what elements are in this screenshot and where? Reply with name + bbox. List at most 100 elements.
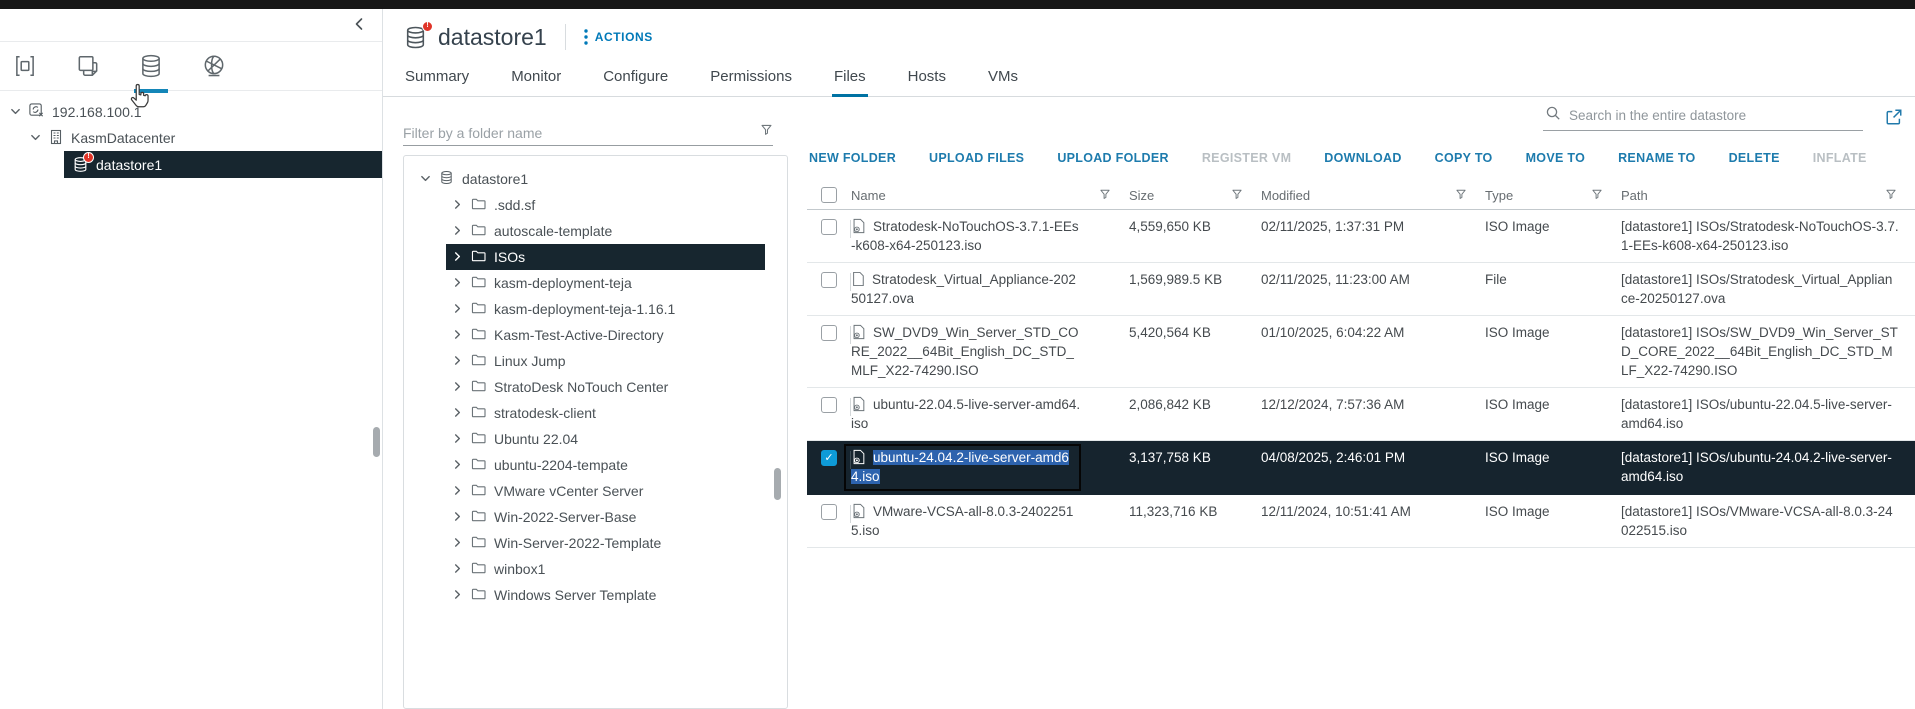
folder-filter-input[interactable] — [403, 125, 760, 141]
row-checkbox[interactable] — [821, 504, 837, 520]
main-area: ! datastore1 ACTIONS SummaryMonitorConfi… — [383, 9, 1915, 709]
file-row[interactable]: Stratodesk_Virtual_Appliance-20250127.ov… — [807, 263, 1915, 316]
chevron-right-icon[interactable] — [452, 457, 463, 473]
folder-item[interactable]: ISOs — [446, 244, 765, 270]
row-checkbox[interactable] — [821, 325, 837, 341]
file-name-cell[interactable]: Stratodesk-NoTouchOS-3.7.1-EEs-k608-x64-… — [851, 217, 1129, 255]
file-name-cell[interactable]: VMware-VCSA-all-8.0.3-24022515.iso — [851, 502, 1129, 540]
folder-item[interactable]: kasm-deployment-teja — [446, 270, 765, 296]
file-row[interactable]: ✓ubuntu-24.04.2-live-server-amd64.iso3,1… — [807, 441, 1915, 495]
chevron-right-icon[interactable] — [452, 301, 463, 317]
row-checkbox[interactable] — [821, 397, 837, 413]
tree-node-datastore[interactable]: ! datastore1 — [64, 151, 382, 178]
folder-item[interactable]: winbox1 — [446, 556, 765, 582]
folder-item[interactable]: Kasm-Test-Active-Directory — [446, 322, 765, 348]
folder-item[interactable]: Win-2022-Server-Base — [446, 504, 765, 530]
open-in-new-window-icon[interactable] — [1885, 108, 1903, 126]
file-row[interactable]: SW_DVD9_Win_Server_STD_CORE_2022__64Bit_… — [807, 316, 1915, 388]
chevron-down-icon[interactable] — [420, 171, 431, 187]
chevron-right-icon[interactable] — [452, 249, 463, 265]
upload-files-button[interactable]: UPLOAD FILES — [929, 151, 1024, 165]
folder-item[interactable]: Ubuntu 22.04 — [446, 426, 765, 452]
collapse-panel-icon[interactable] — [352, 16, 366, 37]
file-row[interactable]: VMware-VCSA-all-8.0.3-24022515.iso11,323… — [807, 495, 1915, 548]
chevron-right-icon[interactable] — [452, 587, 463, 603]
column-header-type[interactable]: Type — [1485, 188, 1513, 203]
tab-monitor[interactable]: Monitor — [509, 62, 563, 97]
chevron-right-icon[interactable] — [452, 483, 463, 499]
folder-tree-scrollbar-thumb[interactable] — [774, 468, 781, 500]
tree-node-label[interactable]: datastore1 — [96, 157, 162, 173]
row-checkbox[interactable]: ✓ — [821, 450, 837, 466]
filter-funnel-icon[interactable] — [1455, 188, 1467, 203]
row-checkbox[interactable] — [821, 272, 837, 288]
tab-configure[interactable]: Configure — [601, 62, 670, 97]
move-to-button[interactable]: MOVE TO — [1526, 151, 1586, 165]
tab-vms[interactable]: VMs — [986, 62, 1020, 97]
copy-to-button[interactable]: COPY TO — [1435, 151, 1493, 165]
delete-button[interactable]: DELETE — [1729, 151, 1780, 165]
folder-item[interactable]: kasm-deployment-teja-1.16.1 — [446, 296, 765, 322]
upload-folder-button[interactable]: UPLOAD FOLDER — [1057, 151, 1169, 165]
folder-item[interactable]: Linux Jump — [446, 348, 765, 374]
chevron-right-icon[interactable] — [452, 509, 463, 525]
file-name-cell[interactable]: SW_DVD9_Win_Server_STD_CORE_2022__64Bit_… — [851, 323, 1129, 380]
chevron-right-icon[interactable] — [452, 353, 463, 369]
rename-to-button[interactable]: RENAME TO — [1618, 151, 1695, 165]
filter-funnel-icon[interactable] — [1591, 188, 1603, 203]
tab-files[interactable]: Files — [832, 62, 868, 97]
tree-node-datacenter[interactable]: KasmDatacenter — [0, 125, 382, 151]
folder-item[interactable]: VMware vCenter Server — [446, 478, 765, 504]
chevron-right-icon[interactable] — [452, 379, 463, 395]
chevron-right-icon[interactable] — [452, 327, 463, 343]
folder-tree-root-label[interactable]: datastore1 — [462, 171, 528, 187]
folder-item[interactable]: ubuntu-2204-tempate — [446, 452, 765, 478]
chevron-right-icon[interactable] — [452, 223, 463, 239]
filter-funnel-icon[interactable] — [1231, 188, 1243, 203]
folder-item[interactable]: .sdd.sf — [446, 192, 765, 218]
chevron-down-icon[interactable] — [10, 104, 21, 120]
file-name-cell[interactable]: ubuntu-22.04.5-live-server-amd64.iso — [851, 395, 1129, 433]
tab-permissions[interactable]: Permissions — [708, 62, 794, 97]
chevron-right-icon[interactable] — [452, 535, 463, 551]
chevron-right-icon[interactable] — [452, 431, 463, 447]
tab-summary[interactable]: Summary — [403, 62, 471, 97]
actions-button[interactable]: ACTIONS — [584, 29, 653, 45]
filter-funnel-icon[interactable] — [1885, 188, 1897, 203]
filter-funnel-icon[interactable] — [1099, 188, 1111, 203]
file-row[interactable]: ubuntu-22.04.5-live-server-amd64.iso2,08… — [807, 388, 1915, 441]
tree-node-label[interactable]: KasmDatacenter — [71, 130, 175, 146]
folder-item[interactable]: autoscale-template — [446, 218, 765, 244]
row-checkbox[interactable] — [821, 219, 837, 235]
chevron-right-icon[interactable] — [452, 405, 463, 421]
file-name-cell[interactable]: ubuntu-24.04.2-live-server-amd64.iso — [851, 448, 1129, 487]
new-folder-button[interactable]: NEW FOLDER — [809, 151, 896, 165]
networking-icon[interactable] — [197, 51, 231, 81]
download-button[interactable]: DOWNLOAD — [1324, 151, 1401, 165]
chevron-right-icon[interactable] — [452, 561, 463, 577]
folder-tree-root[interactable]: datastore1 — [412, 166, 787, 192]
select-all-checkbox[interactable] — [821, 187, 837, 203]
inventory-scrollbar-thumb[interactable] — [373, 427, 380, 457]
file-row[interactable]: Stratodesk-NoTouchOS-3.7.1-EEs-k608-x64-… — [807, 210, 1915, 263]
folder-item[interactable]: Windows Server Template — [446, 582, 765, 608]
folder-item[interactable]: StratoDesk NoTouch Center — [446, 374, 765, 400]
vms-and-templates-icon[interactable] — [71, 51, 105, 81]
chevron-right-icon[interactable] — [452, 197, 463, 213]
tab-hosts[interactable]: Hosts — [906, 62, 948, 97]
search-input[interactable] — [1569, 108, 1861, 123]
file-name-cell[interactable]: Stratodesk_Virtual_Appliance-20250127.ov… — [851, 270, 1129, 308]
filter-funnel-icon[interactable] — [760, 123, 773, 141]
column-header-name[interactable]: Name — [851, 188, 886, 203]
chevron-down-icon[interactable] — [30, 130, 41, 146]
chevron-right-icon[interactable] — [452, 275, 463, 291]
storage-icon[interactable] — [134, 51, 168, 81]
folder-icon — [471, 197, 486, 213]
hosts-and-clusters-icon[interactable] — [8, 51, 42, 81]
tree-node-vcenter[interactable]: 192.168.100.1 — [0, 99, 382, 125]
column-header-size[interactable]: Size — [1129, 188, 1154, 203]
column-header-path[interactable]: Path — [1621, 188, 1648, 203]
folder-item[interactable]: stratodesk-client — [446, 400, 765, 426]
column-header-modified[interactable]: Modified — [1261, 188, 1310, 203]
folder-item[interactable]: Win-Server-2022-Template — [446, 530, 765, 556]
